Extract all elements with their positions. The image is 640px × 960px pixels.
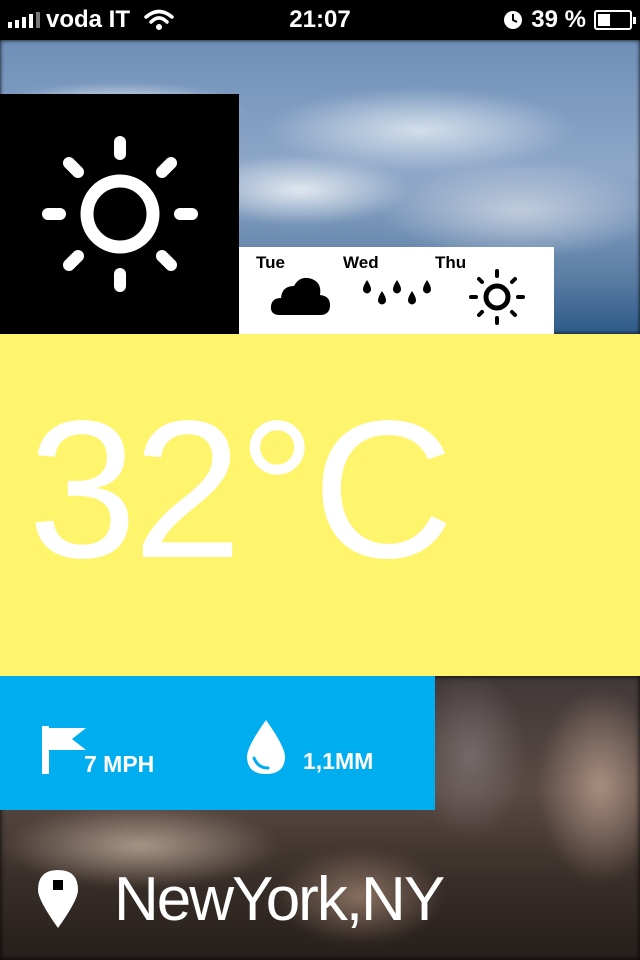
- sun-icon: [469, 269, 525, 325]
- battery-percentage: 39 %: [531, 6, 586, 33]
- sun-icon: [41, 136, 198, 292]
- temperature-panel[interactable]: 32°C: [0, 334, 640, 676]
- flag-icon: [42, 726, 86, 774]
- alarm-icon: [504, 11, 523, 29]
- wind-speed: 7 MPH: [84, 751, 155, 777]
- forecast-day-label: Tue: [256, 253, 285, 272]
- cloud-icon: [270, 277, 330, 315]
- current-temperature: 32°C: [28, 380, 454, 599]
- map-pin-icon: [38, 870, 78, 928]
- status-bar: voda IT 21:07 39 %: [0, 0, 640, 40]
- rain-icon: [363, 280, 431, 305]
- forecast-strip: Tue Wed Thu: [239, 247, 554, 334]
- precipitation-amount: 1,1MM: [303, 748, 374, 774]
- location-name[interactable]: NewYork,NY: [114, 864, 445, 935]
- forecast-day-label: Wed: [343, 253, 379, 272]
- current-condition-tile[interactable]: [0, 94, 239, 334]
- forecast-day-thu[interactable]: Thu: [435, 251, 535, 331]
- forecast-day-label: Thu: [435, 253, 467, 272]
- water-drop-icon: [246, 720, 286, 774]
- forecast-day-tue[interactable]: Tue: [256, 251, 356, 331]
- forecast-day-wed[interactable]: Wed: [343, 251, 443, 331]
- battery-icon: [594, 10, 636, 30]
